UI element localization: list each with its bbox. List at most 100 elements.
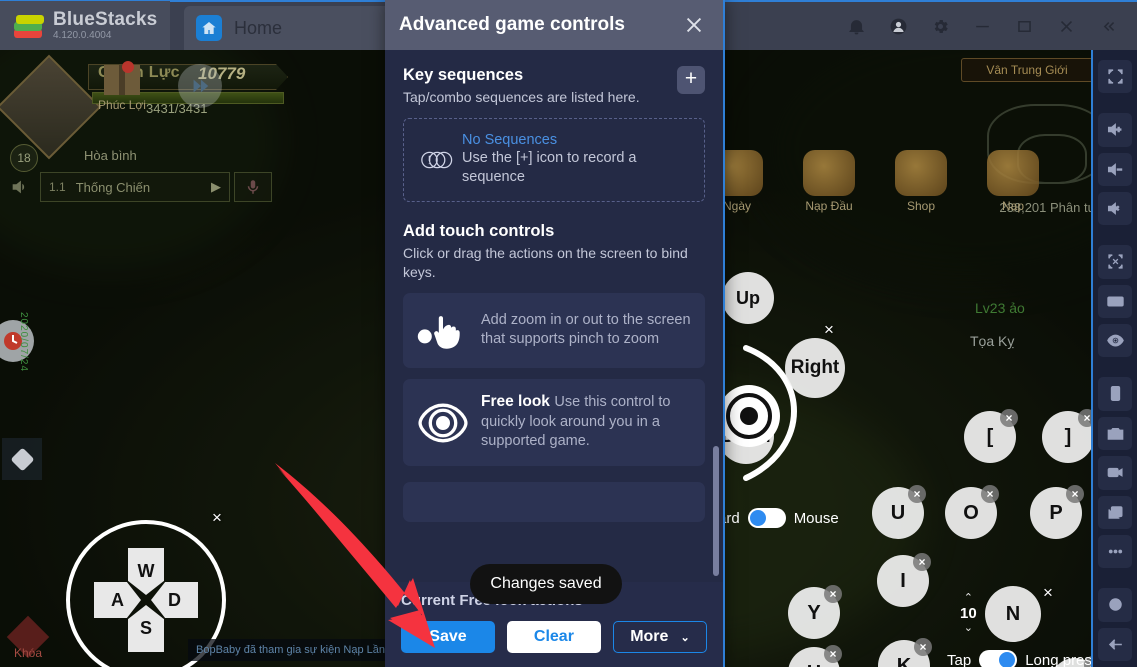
server-chip[interactable]: Vân Trung Giới bbox=[961, 58, 1093, 82]
free-look-title: Free look bbox=[481, 393, 550, 411]
pinch-zoom-description: Add zoom in or out to the screen that su… bbox=[481, 311, 691, 348]
key-sequences-subtitle: Tap/combo sequences are listed here. bbox=[403, 89, 640, 105]
mic-muted-icon[interactable] bbox=[234, 172, 272, 202]
game-controls-icon[interactable] bbox=[1098, 245, 1132, 279]
key-remove-icon[interactable]: × bbox=[913, 553, 931, 571]
double-chevron-left-icon[interactable] bbox=[1087, 3, 1129, 49]
gem-button[interactable] bbox=[2, 438, 42, 480]
gift-button[interactable]: Phúc Lợi bbox=[92, 61, 152, 112]
key-remove-icon[interactable]: × bbox=[981, 485, 999, 503]
gear-icon[interactable] bbox=[919, 3, 961, 49]
date-label: 2020/07/24 bbox=[18, 312, 29, 373]
screenshot-camera-icon[interactable] bbox=[1098, 416, 1132, 451]
add-touch-controls-subtitle: Click or drag the actions on the screen … bbox=[403, 244, 688, 280]
key-u[interactable]: U × bbox=[872, 485, 926, 539]
key-i[interactable]: I × bbox=[877, 553, 931, 607]
volume-mute-icon[interactable] bbox=[1098, 192, 1132, 226]
stepper-down-icon[interactable]: ⌄ bbox=[964, 623, 973, 634]
key-bracket-left[interactable]: [× bbox=[964, 409, 1018, 463]
more-dots-icon[interactable] bbox=[1098, 534, 1132, 569]
add-touch-controls-heading: Add touch controls bbox=[403, 221, 555, 240]
key-y[interactable]: Y × bbox=[788, 585, 842, 639]
volume-down-icon[interactable] bbox=[1098, 152, 1132, 187]
dpad-key-right[interactable]: D bbox=[151, 582, 198, 618]
close-icon[interactable] bbox=[1045, 3, 1087, 49]
mob-label-1: Tọa Kỵ bbox=[970, 333, 1015, 349]
brand-name: BlueStacks bbox=[53, 9, 158, 31]
chat-input[interactable]: 1.1 Thống Chiến ▶ bbox=[40, 172, 230, 202]
dialog-body[interactable]: Key sequences Tap/combo sequences are li… bbox=[385, 50, 723, 582]
dpad-key-up[interactable]: W bbox=[128, 548, 164, 595]
key-sequences-heading: Key sequences bbox=[403, 66, 524, 84]
key-bracket-right[interactable]: ] × bbox=[1042, 409, 1096, 463]
clear-button[interactable]: Clear bbox=[506, 621, 601, 653]
chat-arrow-icon[interactable]: ▶ bbox=[211, 179, 221, 195]
maximize-icon[interactable] bbox=[1003, 3, 1045, 49]
free-look-eye-control[interactable] bbox=[718, 385, 780, 447]
stepper-up-icon[interactable]: ⌃ bbox=[964, 593, 973, 604]
free-look-key-right[interactable]: Right bbox=[785, 338, 845, 398]
no-sequences-card: No Sequences Use the [+] icon to record … bbox=[403, 117, 705, 202]
lock-label: Khóa bbox=[13, 646, 43, 660]
fullscreen-icon[interactable] bbox=[1098, 60, 1132, 94]
key-remove-icon[interactable]: × bbox=[824, 645, 842, 663]
chat-bar[interactable]: 1.1 Thống Chiến ▶ bbox=[0, 170, 272, 204]
brand-version: 4.120.0.4004 bbox=[53, 30, 112, 42]
record-video-icon[interactable] bbox=[1098, 456, 1132, 490]
key-o[interactable]: O × bbox=[945, 485, 999, 539]
shop-item-1[interactable]: Nạp Đầu bbox=[792, 150, 866, 213]
fast-forward-icon[interactable] bbox=[178, 64, 222, 108]
dialog-footer: Current Free look actions Save Clear Mor… bbox=[385, 564, 723, 667]
server-name: Vân Trung Giới bbox=[986, 63, 1068, 77]
tap-longpress-toggle[interactable]: Tap Long press bbox=[947, 650, 1099, 667]
minimize-icon[interactable] bbox=[961, 3, 1003, 49]
key-remove-icon[interactable]: × bbox=[908, 485, 926, 503]
free-look-eye-icon bbox=[415, 395, 471, 451]
home-icon bbox=[196, 15, 222, 41]
chat-channel: 1.1 bbox=[49, 180, 66, 194]
key-n[interactable]: N bbox=[985, 586, 1041, 642]
free-look-key-up[interactable]: Up bbox=[722, 272, 774, 324]
tap-toggle-switch[interactable] bbox=[979, 650, 1018, 667]
dialog-scrollbar[interactable] bbox=[713, 446, 719, 576]
repeat-stepper[interactable]: ⌃ 10 ⌄ bbox=[960, 593, 977, 634]
close-icon[interactable] bbox=[679, 10, 709, 40]
key-p[interactable]: P × bbox=[1030, 485, 1084, 539]
key-n-remove-icon[interactable]: × bbox=[1043, 583, 1053, 603]
home-circle-icon[interactable] bbox=[1098, 588, 1132, 622]
next-control-card-partial[interactable] bbox=[403, 481, 705, 522]
add-sequence-button[interactable]: + bbox=[677, 66, 705, 94]
media-manager-icon[interactable] bbox=[1098, 495, 1132, 529]
lock-button[interactable]: Khóa bbox=[0, 615, 56, 667]
dpad-key-down[interactable]: S bbox=[128, 605, 164, 652]
chat-text: Thống Chiến bbox=[75, 179, 151, 195]
dialog-header: Advanced game controls bbox=[385, 0, 723, 50]
more-button[interactable]: More ⌄ bbox=[612, 621, 707, 653]
level-badge: 18 bbox=[10, 144, 38, 172]
tab-home[interactable]: Home bbox=[184, 6, 402, 50]
back-arrow-icon[interactable] bbox=[1098, 627, 1132, 661]
key-remove-icon[interactable]: × bbox=[824, 585, 842, 603]
free-look-control-card[interactable]: Free look Use this control to quickly lo… bbox=[403, 379, 705, 466]
shop-label-2: Shop bbox=[906, 199, 936, 213]
keyboard-mouse-toggle[interactable]: ard Mouse bbox=[718, 508, 839, 528]
rotate-screen-icon[interactable] bbox=[1098, 377, 1132, 411]
save-button[interactable]: Save bbox=[401, 621, 495, 653]
eye-icon[interactable] bbox=[1098, 324, 1132, 358]
pinch-zoom-control-card[interactable]: Add zoom in or out to the screen that su… bbox=[403, 292, 705, 369]
keyboard-icon[interactable] bbox=[1098, 284, 1132, 319]
account-icon[interactable] bbox=[877, 3, 919, 49]
dpad-remove-icon[interactable]: × bbox=[212, 508, 222, 528]
bell-icon[interactable] bbox=[835, 3, 877, 49]
volume-up-icon[interactable] bbox=[1098, 113, 1132, 147]
key-remove-icon[interactable]: × bbox=[1066, 485, 1084, 503]
key-remove-icon[interactable]: × bbox=[914, 638, 932, 656]
shop-item-3[interactable]: Nạp bbox=[976, 150, 1050, 213]
speaker-icon[interactable] bbox=[0, 172, 40, 202]
key-remove-icon[interactable]: × bbox=[1000, 409, 1018, 427]
toggle-switch[interactable] bbox=[747, 508, 786, 528]
free-look-remove-icon[interactable]: × bbox=[824, 320, 834, 340]
shop-item-2[interactable]: Shop bbox=[884, 150, 958, 213]
dpad-key-left[interactable]: A bbox=[94, 582, 141, 618]
advanced-game-controls-dialog: Advanced game controls Key sequences Tap… bbox=[385, 0, 725, 667]
